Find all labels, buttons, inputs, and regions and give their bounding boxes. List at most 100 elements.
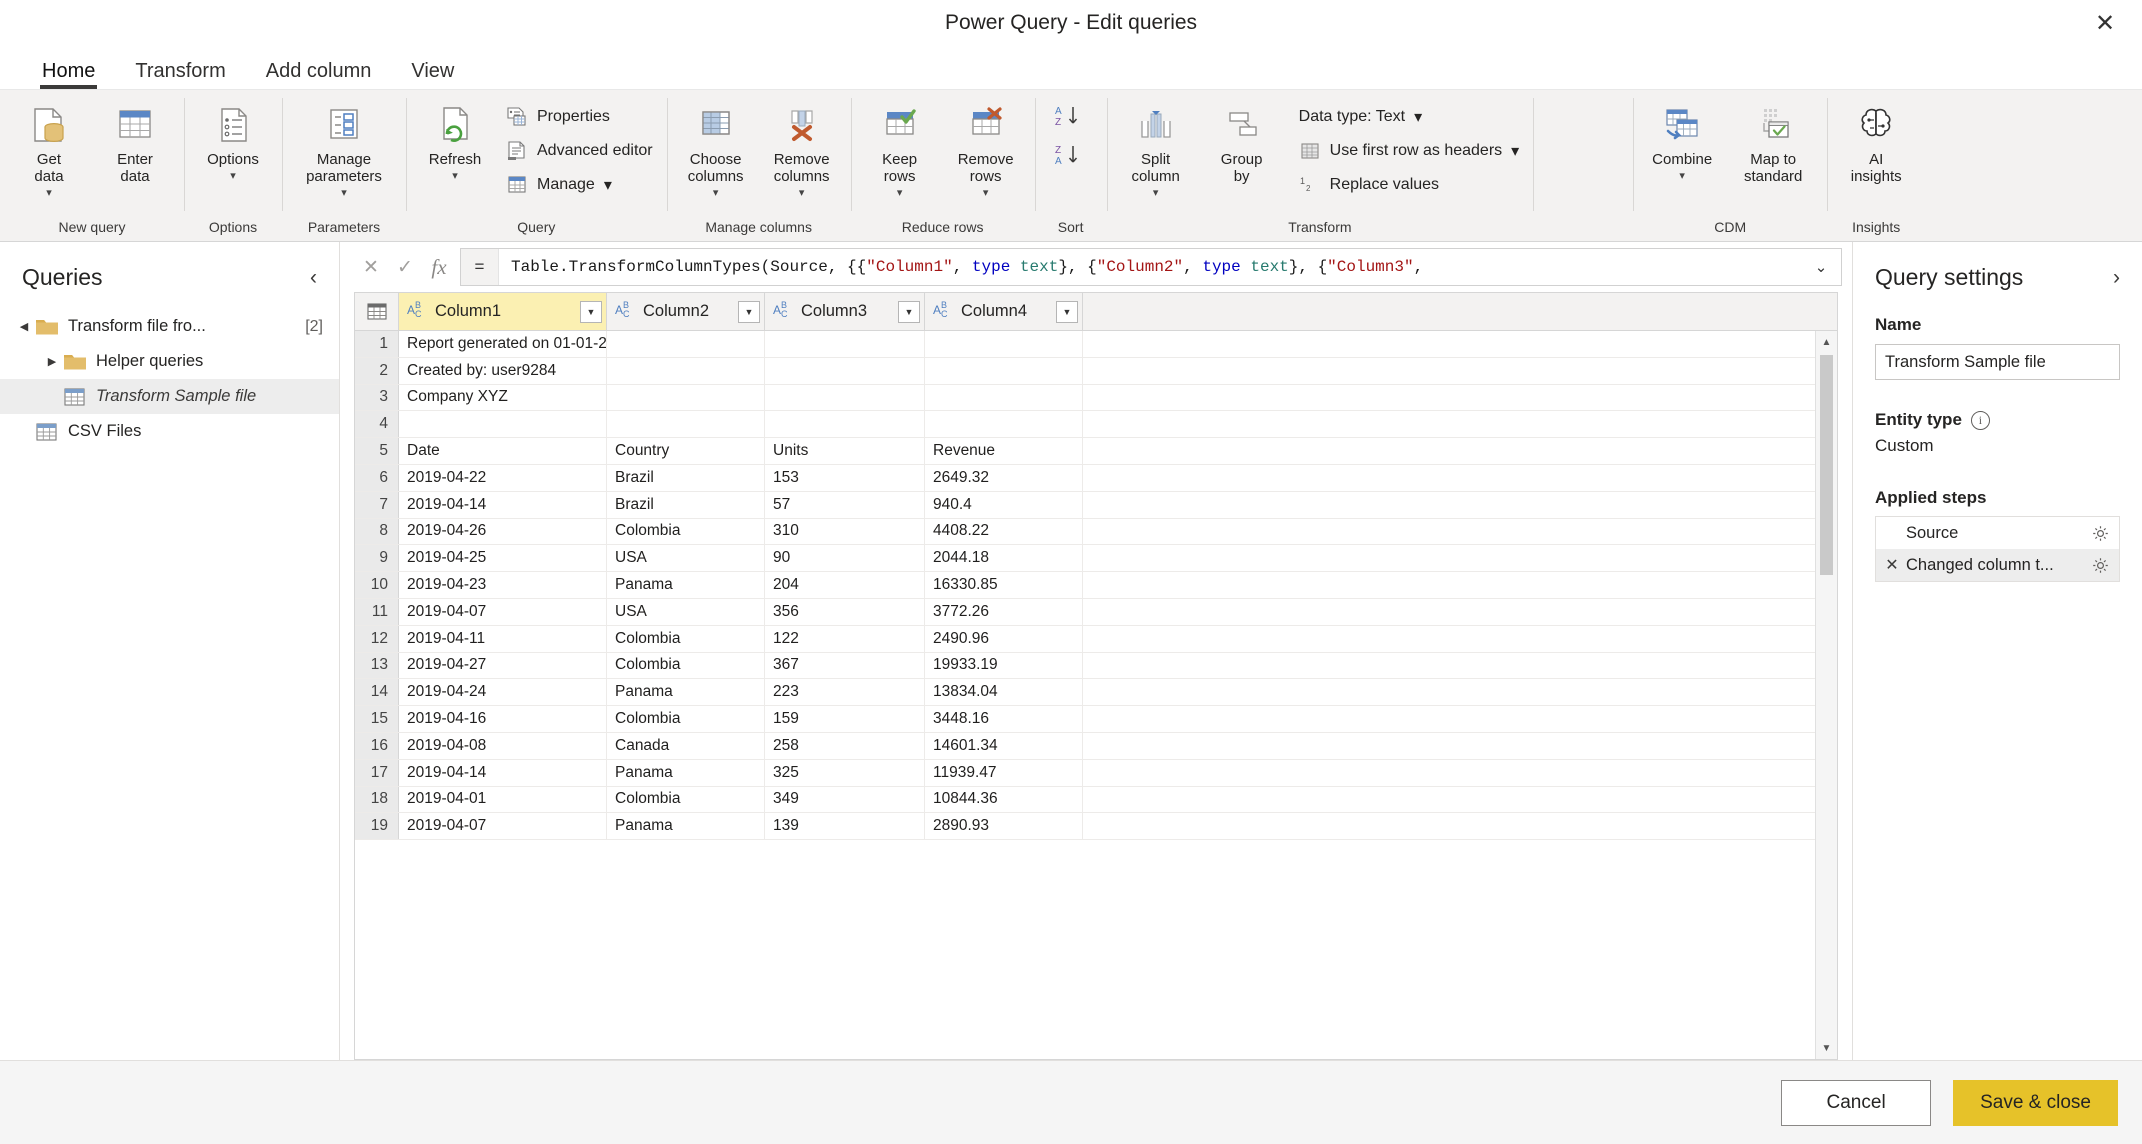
table-cell[interactable]: 2019-04-14 xyxy=(399,759,607,786)
remove-rows-button[interactable]: Remove rows ▾ xyxy=(943,98,1029,199)
table-cell[interactable]: 16330.85 xyxy=(925,572,1083,598)
table-cell[interactable]: 940.4 xyxy=(925,491,1083,518)
table-cell[interactable]: 3772.26 xyxy=(925,598,1083,625)
table-cell[interactable]: 2019-04-07 xyxy=(399,813,607,840)
table-cell[interactable]: Panama xyxy=(607,679,765,706)
map-to-standard-button[interactable]: Map to standard xyxy=(1725,98,1821,186)
table-cell[interactable]: 3448.16 xyxy=(925,706,1083,732)
table-cell[interactable]: 349 xyxy=(765,786,925,813)
table-cell[interactable] xyxy=(765,331,925,357)
formula-input[interactable]: Table.TransformColumnTypes(Source, {{"Co… xyxy=(499,258,1801,276)
sort-descending-button[interactable]: Z A xyxy=(1053,143,1089,172)
sort-ascending-button[interactable]: A Z xyxy=(1053,104,1089,133)
table-row[interactable]: 10 2019-04-23 Panama 204 16330.85 xyxy=(355,572,1815,599)
table-cell[interactable]: 4408.22 xyxy=(925,518,1083,545)
table-cell[interactable]: 356 xyxy=(765,598,925,625)
table-row[interactable]: 7 2019-04-14 Brazil 57 940.4 xyxy=(355,491,1815,519)
table-cell[interactable] xyxy=(925,411,1083,438)
query-item-csv-files[interactable]: CSV Files xyxy=(0,414,339,449)
table-cell[interactable]: 2019-04-08 xyxy=(399,732,607,759)
table-cell[interactable]: 2019-04-25 xyxy=(399,545,607,572)
query-name-input[interactable] xyxy=(1875,344,2120,380)
column-filter-dropdown-icon[interactable]: ▼ xyxy=(1056,300,1078,323)
table-cell[interactable]: Revenue xyxy=(925,438,1083,464)
tab-transform[interactable]: Transform xyxy=(115,61,245,89)
table-row[interactable]: 12 2019-04-11 Colombia 122 2490.96 xyxy=(355,625,1815,653)
formula-accept-icon[interactable]: ✓ xyxy=(388,250,422,284)
table-row[interactable]: 6 2019-04-22 Brazil 153 2649.32 xyxy=(355,464,1815,492)
table-cell[interactable]: 2019-04-07 xyxy=(399,598,607,625)
expand-settings-icon[interactable]: › xyxy=(2113,266,2120,290)
table-row[interactable]: 3 Company XYZ xyxy=(355,384,1815,412)
grid-vertical-scrollbar[interactable]: ▲ ▼ xyxy=(1815,331,1837,1059)
table-cell[interactable]: Brazil xyxy=(607,464,765,491)
info-icon[interactable]: i xyxy=(1970,410,1990,430)
table-cell[interactable]: Units xyxy=(765,438,925,464)
table-cell[interactable]: Created by: user9284 xyxy=(399,357,607,384)
table-cell[interactable]: 310 xyxy=(765,518,925,545)
choose-columns-button[interactable]: Choose columns ▾ xyxy=(673,98,759,199)
select-all-corner-button[interactable] xyxy=(355,293,399,330)
chevron-down-icon[interactable]: ▾ xyxy=(341,186,347,199)
keep-rows-button[interactable]: Keep rows ▾ xyxy=(857,98,943,199)
table-row[interactable]: 2 Created by: user9284 xyxy=(355,357,1815,385)
chevron-down-icon[interactable]: ▾ xyxy=(799,186,805,199)
split-column-button[interactable]: Split column ▾ xyxy=(1113,98,1199,199)
table-cell[interactable]: 14601.34 xyxy=(925,732,1083,759)
query-item-transform-sample-file[interactable]: Transform Sample file xyxy=(0,379,339,414)
table-cell[interactable]: Report generated on 01-01-20... xyxy=(399,331,607,357)
table-cell[interactable]: 204 xyxy=(765,572,925,598)
applied-step-changed-column-type[interactable]: ✕ Changed column t... xyxy=(1876,549,2119,581)
table-cell[interactable]: 90 xyxy=(765,545,925,572)
table-cell[interactable]: USA xyxy=(607,598,765,625)
column-header-column3[interactable]: A B C Column3 ▼ xyxy=(765,293,925,330)
table-cell[interactable]: 11939.47 xyxy=(925,759,1083,786)
table-cell[interactable]: Colombia xyxy=(607,518,765,545)
table-row[interactable]: 17 2019-04-14 Panama 325 11939.47 xyxy=(355,759,1815,787)
table-cell[interactable] xyxy=(607,331,765,357)
insert-function-icon[interactable]: fx xyxy=(422,250,456,284)
get-data-button[interactable]: Get data ▾ xyxy=(6,98,92,199)
table-cell[interactable] xyxy=(765,357,925,384)
table-cell[interactable]: Canada xyxy=(607,732,765,759)
table-cell[interactable]: 2019-04-22 xyxy=(399,464,607,491)
table-cell[interactable] xyxy=(765,384,925,411)
table-cell[interactable]: 2044.18 xyxy=(925,545,1083,572)
chevron-down-icon[interactable]: ▾ xyxy=(452,169,458,182)
gear-icon[interactable] xyxy=(2089,525,2111,542)
combine-button[interactable]: Combine ▾ xyxy=(1639,98,1725,182)
table-cell[interactable] xyxy=(925,357,1083,384)
table-cell[interactable]: 13834.04 xyxy=(925,679,1083,706)
table-row[interactable]: 4 xyxy=(355,411,1815,439)
query-folder-transform-file-from[interactable]: ◀ Transform file fro... [2] xyxy=(0,309,339,344)
table-cell[interactable] xyxy=(607,357,765,384)
table-cell[interactable]: Colombia xyxy=(607,652,765,679)
column-filter-dropdown-icon[interactable]: ▼ xyxy=(580,300,602,323)
advanced-editor-button[interactable]: Advanced editor xyxy=(498,136,661,166)
tab-add-column[interactable]: Add column xyxy=(246,61,392,89)
chevron-down-icon[interactable]: ▾ xyxy=(604,175,612,195)
table-cell[interactable] xyxy=(607,384,765,411)
table-cell[interactable]: Panama xyxy=(607,813,765,840)
formula-cancel-icon[interactable]: ✕ xyxy=(354,250,388,284)
twisty-collapsed-icon[interactable]: ▶ xyxy=(42,355,62,368)
table-cell[interactable]: 2019-04-27 xyxy=(399,652,607,679)
table-cell[interactable]: 2019-04-16 xyxy=(399,706,607,732)
table-cell[interactable]: Brazil xyxy=(607,491,765,518)
save-and-close-button[interactable]: Save & close xyxy=(1953,1079,2118,1126)
chevron-down-icon[interactable]: ▾ xyxy=(46,186,52,199)
manage-button[interactable]: Manage ▾ xyxy=(498,170,661,200)
table-cell[interactable]: 2890.93 xyxy=(925,813,1083,840)
column-header-column4[interactable]: A B C Column4 ▼ xyxy=(925,293,1083,330)
chevron-down-icon[interactable]: ⌄ xyxy=(1801,258,1841,276)
collapse-queries-icon[interactable]: ‹ xyxy=(310,266,317,290)
chevron-down-icon[interactable]: ▾ xyxy=(983,186,989,199)
cancel-button[interactable]: Cancel xyxy=(1781,1079,1932,1126)
table-row[interactable]: 18 2019-04-01 Colombia 349 10844.36 xyxy=(355,786,1815,814)
table-cell[interactable] xyxy=(925,384,1083,411)
table-cell[interactable]: 2019-04-14 xyxy=(399,491,607,518)
manage-parameters-button[interactable]: Manage parameters ▾ xyxy=(288,98,400,199)
column-filter-dropdown-icon[interactable]: ▼ xyxy=(898,300,920,323)
table-cell[interactable]: 258 xyxy=(765,732,925,759)
table-cell[interactable]: Country xyxy=(607,438,765,464)
